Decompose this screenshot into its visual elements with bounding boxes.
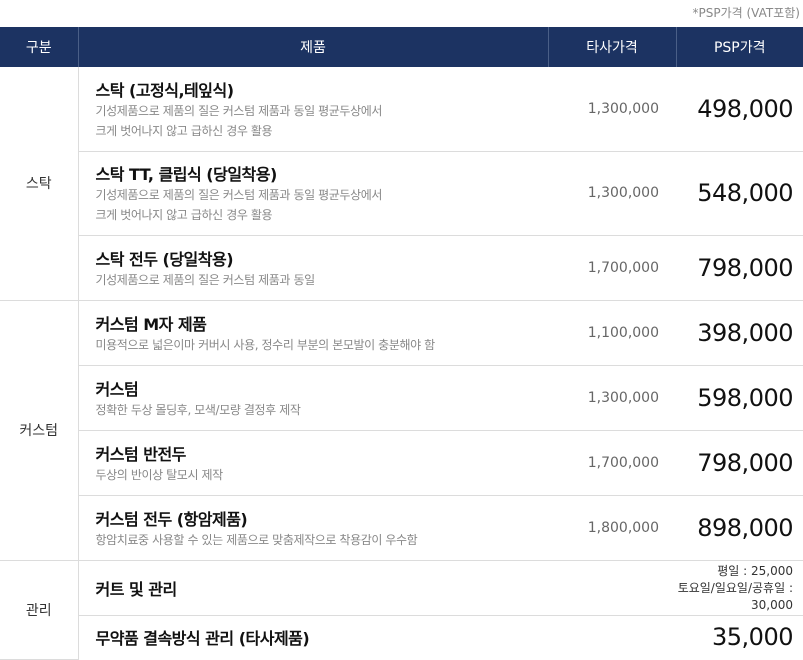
header-other-price: 타사가격: [548, 27, 677, 67]
product-desc: 기성제품으로 제품의 질은 커스텀 제품과 동일: [95, 272, 316, 287]
product-cell: 커트 및 관리: [78, 560, 548, 616]
product-name: 무약품 결속방식 관리 (타사제품): [95, 629, 310, 649]
product-cell: 스탁 TT, 클립식 (당일착용) 기성제품으로 제품의 질은 커스텀 제품과 …: [78, 151, 548, 236]
product-name: 커스텀 M자 제품: [95, 314, 207, 334]
psp-price: 398,000: [676, 300, 803, 366]
table-row: 스탁 TT, 클립식 (당일착용) 기성제품으로 제품의 질은 커스텀 제품과 …: [0, 151, 803, 236]
psp-price: 498,000: [676, 67, 803, 152]
other-price: 1,100,000: [548, 300, 676, 366]
table-row: 커스텀 전두 (항암제품) 항암치료중 사용할 수 있는 제품으로 맞춤제작으로…: [0, 495, 803, 561]
other-price: 1,300,000: [548, 365, 676, 431]
product-cell: 커스텀 전두 (항암제품) 항암치료중 사용할 수 있는 제품으로 맞춤제작으로…: [78, 495, 548, 561]
table-header-row: 구분 제품 타사가격 PSP가격: [0, 27, 803, 67]
product-name: 커스텀 반전두: [95, 444, 187, 464]
product-desc: 크게 벗어나지 않고 급하신 경우 활용: [95, 208, 273, 222]
header-product: 제품: [78, 27, 549, 67]
psp-price: 평일 : 25,000 토요일/일요일/공휴일 : 30,000: [676, 560, 803, 616]
header-psp-price: PSP가격: [676, 27, 803, 67]
product-name: 커스텀 전두 (항암제품): [95, 509, 248, 529]
product-desc: 두상의 반이상 탈모시 제작: [95, 467, 224, 482]
product-desc: 항암치료중 사용할 수 있는 제품으로 맞춤제작으로 착용감이 우수함: [95, 532, 418, 547]
table-row: 커스텀 정확한 두상 몰딩후, 모색/모량 결정후 제작 1,300,000 5…: [0, 365, 803, 431]
table-row: 커스텀 반전두 두상의 반이상 탈모시 제작 1,700,000 798,000: [0, 430, 803, 496]
product-cell: 무약품 결속방식 관리 (타사제품): [78, 615, 548, 659]
other-price: 1,300,000: [548, 151, 676, 236]
product-desc: 크게 벗어나지 않고 급하신 경우 활용: [95, 123, 273, 138]
product-desc: 미용적으로 넓은이마 커버시 사용, 정수리 부분의 본모발이 충분해야 함: [95, 337, 436, 352]
product-cell: 커스텀 반전두 두상의 반이상 탈모시 제작: [78, 430, 548, 496]
product-desc: 기성제품으로 제품의 질은 커스텀 제품과 동일 평균두상에서: [95, 188, 383, 202]
table-row: 커스텀 커스텀 M자 제품 미용적으로 넓은이마 커버시 사용, 정수리 부분의…: [0, 300, 803, 561]
psp-price: 548,000: [676, 151, 803, 236]
price-table: 구분 제품 타사가격 PSP가격 스탁 스탁 (고정식,테잎식) 기성제품으로 …: [0, 27, 803, 660]
weekday-price: 평일 : 25,000: [717, 564, 793, 578]
product-name: 커트 및 관리: [95, 579, 178, 599]
product-name: 스탁 전두 (당일착용): [95, 249, 234, 269]
category-cell: 스탁: [0, 67, 79, 301]
other-price: [548, 615, 676, 659]
product-desc: 기성제품으로 제품의 질은 커스텀 제품과 동일 평균두상에서: [95, 103, 383, 118]
table-row: 무약품 결속방식 관리 (타사제품) 35,000: [0, 615, 803, 659]
table-row: 스탁 스탁 (고정식,테잎식) 기성제품으로 제품의 질은 커스텀 제품과 동일…: [0, 67, 803, 301]
psp-price: 798,000: [676, 430, 803, 496]
other-price: 1,700,000: [548, 430, 676, 496]
product-cell: 커스텀 정확한 두상 몰딩후, 모색/모량 결정후 제작: [78, 365, 548, 431]
product-cell: 스탁 (고정식,테잎식) 기성제품으로 제품의 질은 커스텀 제품과 동일 평균…: [78, 67, 548, 152]
other-price: 1,300,000: [548, 67, 676, 152]
category-cell: 커스텀: [0, 300, 79, 561]
product-cell: 커스텀 M자 제품 미용적으로 넓은이마 커버시 사용, 정수리 부분의 본모발…: [78, 300, 548, 366]
weekend-price: 토요일/일요일/공휴일 : 30,000: [677, 581, 793, 612]
product-name: 스탁 (고정식,테잎식): [95, 80, 235, 100]
vat-note: *PSP가격 (VAT포함): [692, 6, 800, 20]
other-price: [548, 560, 676, 616]
other-price: 1,700,000: [548, 235, 676, 301]
product-cell: 스탁 전두 (당일착용) 기성제품으로 제품의 질은 커스텀 제품과 동일: [78, 235, 548, 301]
product-desc: 정확한 두상 몰딩후, 모색/모량 결정후 제작: [95, 402, 301, 417]
product-name: 스탁 TT, 클립식 (당일착용): [95, 165, 278, 184]
table-row: 스탁 전두 (당일착용) 기성제품으로 제품의 질은 커스텀 제품과 동일 1,…: [0, 235, 803, 301]
psp-price: 798,000: [676, 235, 803, 301]
other-price: 1,800,000: [548, 495, 676, 561]
header-category: 구분: [0, 27, 79, 67]
psp-price: 598,000: [676, 365, 803, 431]
category-cell: 관리: [0, 560, 79, 660]
psp-price: 898,000: [676, 495, 803, 561]
product-name: 커스텀: [95, 379, 139, 399]
psp-price: 35,000: [712, 623, 793, 652]
table-row: 관리 커트 및 관리 평일 : 25,000 토요일/일요일/공휴일 : 30,…: [0, 560, 803, 660]
